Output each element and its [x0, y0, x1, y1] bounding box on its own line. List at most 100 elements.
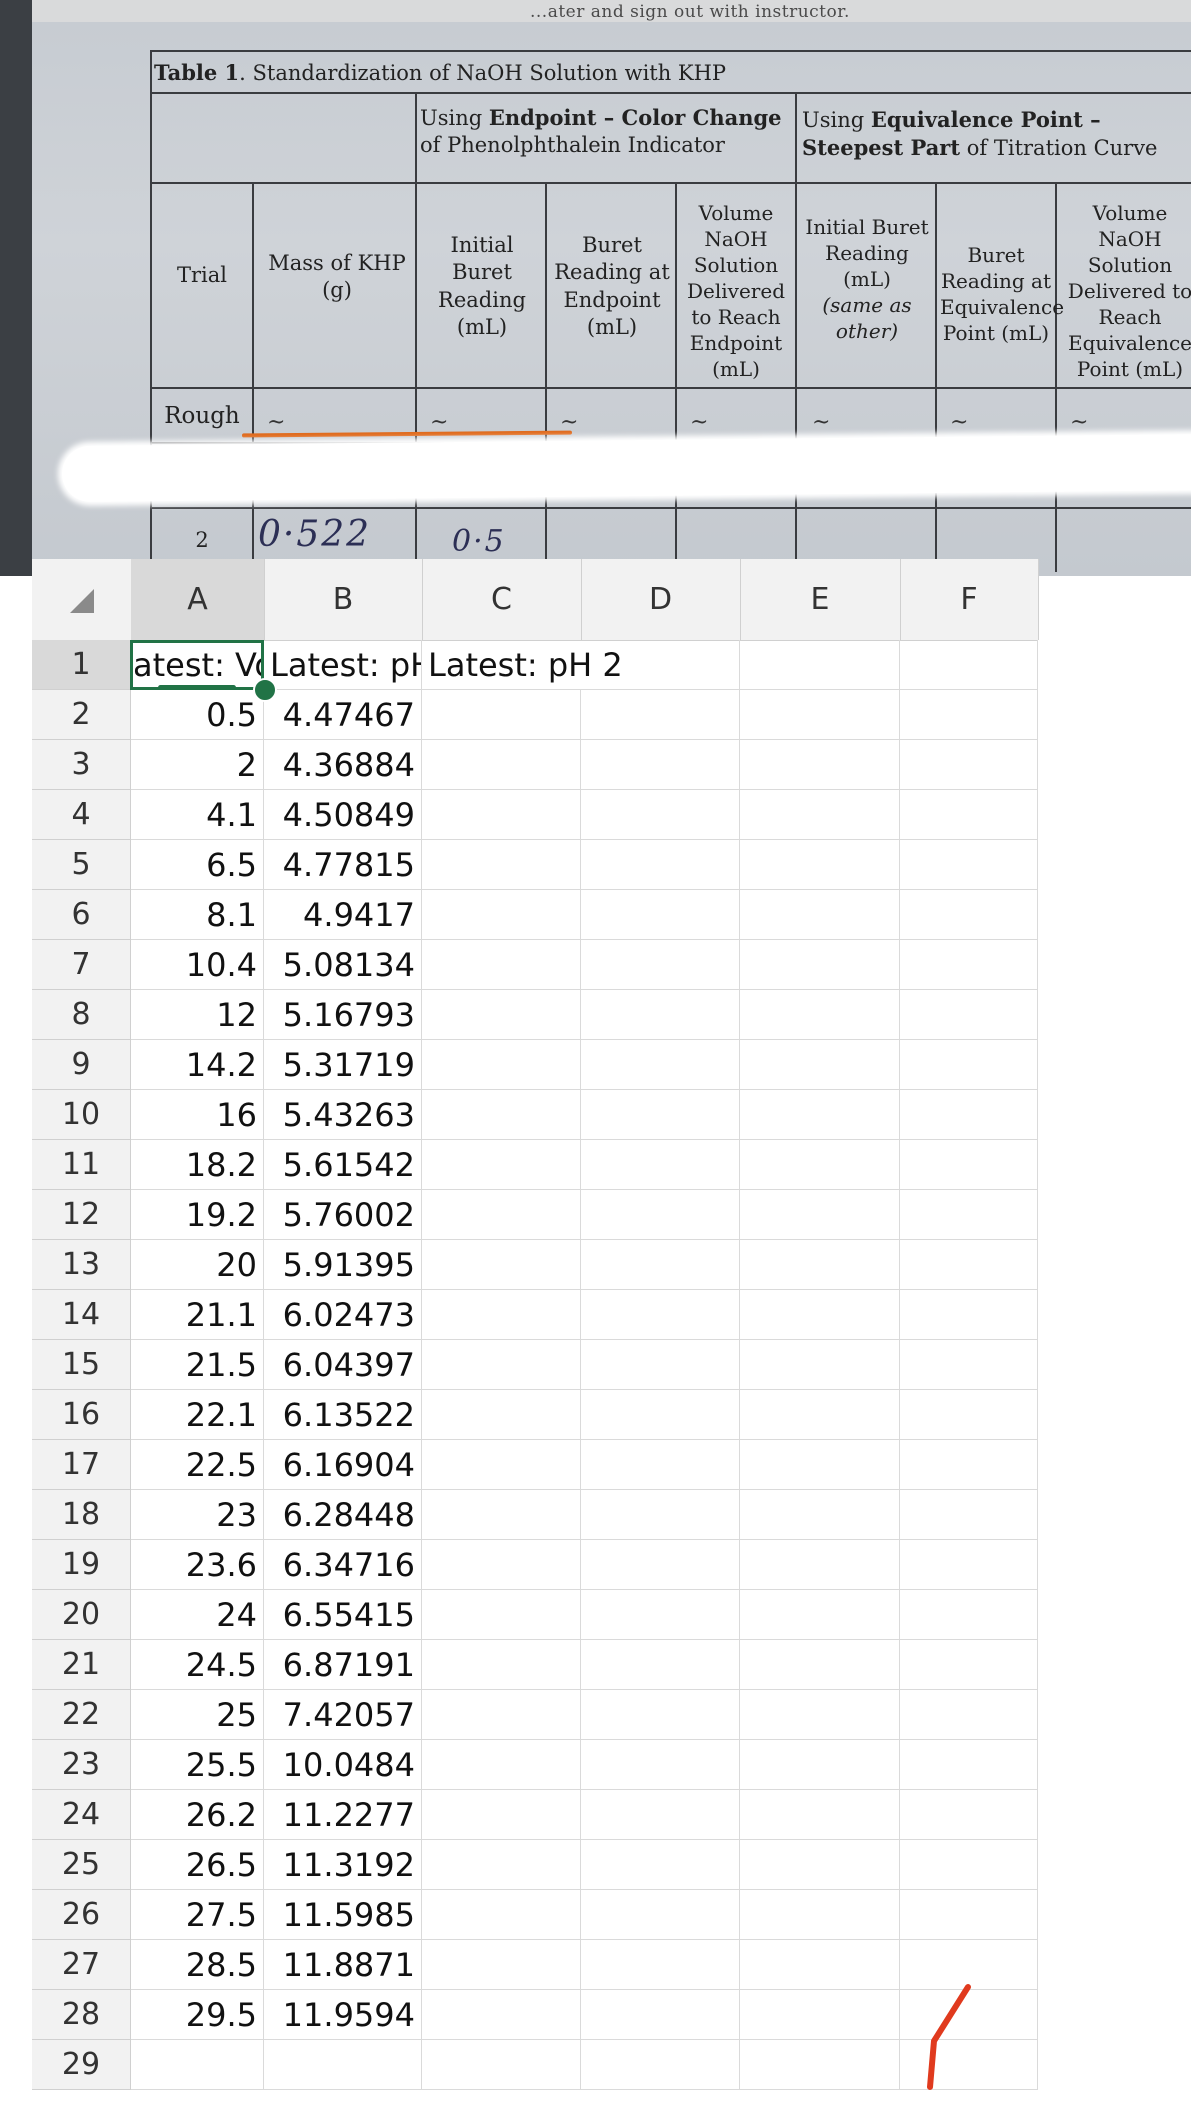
cell-e16[interactable]	[740, 1390, 900, 1440]
cell-f9[interactable]	[900, 1040, 1038, 1090]
cell-b28[interactable]: 11.9594	[264, 1990, 422, 2040]
cell-b17[interactable]: 6.16904	[264, 1440, 422, 1490]
cell-a20[interactable]: 24	[131, 1590, 264, 1640]
cell-d14[interactable]	[581, 1290, 740, 1340]
cell-e13[interactable]	[740, 1240, 900, 1290]
cell-b24[interactable]: 11.2277	[264, 1790, 422, 1840]
row-header-24[interactable]: 24	[32, 1790, 131, 1840]
row-header-6[interactable]: 6	[32, 890, 131, 940]
fill-handle[interactable]	[253, 678, 277, 702]
cell-d20[interactable]	[581, 1590, 740, 1640]
cell-a18[interactable]: 23	[131, 1490, 264, 1540]
row-header-15[interactable]: 15	[32, 1340, 131, 1390]
cell-f3[interactable]	[900, 740, 1038, 790]
cell-b20[interactable]: 6.55415	[264, 1590, 422, 1640]
row-header-27[interactable]: 27	[32, 1940, 131, 1990]
cell-a2[interactable]: 0.5	[131, 690, 264, 740]
row-header-2[interactable]: 2	[32, 690, 131, 740]
cell-a21[interactable]: 24.5	[131, 1640, 264, 1690]
cell-e23[interactable]	[740, 1740, 900, 1790]
cell-b15[interactable]: 6.04397	[264, 1340, 422, 1390]
cell-b3[interactable]: 4.36884	[264, 740, 422, 790]
row-header-12[interactable]: 12	[32, 1190, 131, 1240]
cell-c4[interactable]	[422, 790, 581, 840]
cell-f20[interactable]	[900, 1590, 1038, 1640]
cell-e11[interactable]	[740, 1140, 900, 1190]
cell-a1[interactable]: atest: Vo	[131, 640, 264, 690]
cell-b13[interactable]: 5.91395	[264, 1240, 422, 1290]
row-header-22[interactable]: 22	[32, 1690, 131, 1740]
cell-e3[interactable]	[740, 740, 900, 790]
cell-e22[interactable]	[740, 1690, 900, 1740]
cell-b26[interactable]: 11.5985	[264, 1890, 422, 1940]
cell-e26[interactable]	[740, 1890, 900, 1940]
cell-f11[interactable]	[900, 1140, 1038, 1190]
cell-d12[interactable]	[581, 1190, 740, 1240]
cell-d17[interactable]	[581, 1440, 740, 1490]
cell-b4[interactable]: 4.50849	[264, 790, 422, 840]
spreadsheet[interactable]: ABCDEF 1 atest: Vo Latest: pH Latest: pH 2 2…	[32, 559, 1039, 2117]
cell-b2[interactable]: 4.47467	[264, 690, 422, 740]
cell-d25[interactable]	[581, 1840, 740, 1890]
cell-d9[interactable]	[581, 1040, 740, 1090]
cell-f22[interactable]	[900, 1690, 1038, 1740]
cell-c17[interactable]	[422, 1440, 581, 1490]
cell-f10[interactable]	[900, 1090, 1038, 1140]
column-header-a[interactable]: A	[131, 559, 265, 640]
cell-c7[interactable]	[422, 940, 581, 990]
cell-b16[interactable]: 6.13522	[264, 1390, 422, 1440]
cell-e20[interactable]	[740, 1590, 900, 1640]
cell-a25[interactable]: 26.5	[131, 1840, 264, 1890]
row-header-7[interactable]: 7	[32, 940, 131, 990]
cell-e24[interactable]	[740, 1790, 900, 1840]
cell-c20[interactable]	[422, 1590, 581, 1640]
cell-b27[interactable]: 11.8871	[264, 1940, 422, 1990]
cell-a24[interactable]: 26.2	[131, 1790, 264, 1840]
cell-b14[interactable]: 6.02473	[264, 1290, 422, 1340]
column-header-c[interactable]: C	[422, 559, 582, 640]
cell-f1[interactable]	[900, 640, 1038, 690]
cell-c15[interactable]	[422, 1340, 581, 1390]
cell-a26[interactable]: 27.5	[131, 1890, 264, 1940]
cell-e2[interactable]	[740, 690, 900, 740]
cell-e1[interactable]	[740, 640, 900, 690]
cell-f26[interactable]	[900, 1890, 1038, 1940]
cell-f13[interactable]	[900, 1240, 1038, 1290]
cell-a7[interactable]: 10.4	[131, 940, 264, 990]
cell-a13[interactable]: 20	[131, 1240, 264, 1290]
cell-a28[interactable]: 29.5	[131, 1990, 264, 2040]
cell-d8[interactable]	[581, 990, 740, 1040]
cell-b5[interactable]: 4.77815	[264, 840, 422, 890]
cell-e9[interactable]	[740, 1040, 900, 1090]
cell-a10[interactable]: 16	[131, 1090, 264, 1140]
cell-d22[interactable]	[581, 1690, 740, 1740]
row-header-21[interactable]: 21	[32, 1640, 131, 1690]
row-header-11[interactable]: 11	[32, 1140, 131, 1190]
cell-d29[interactable]	[581, 2040, 740, 2090]
cell-b6[interactable]: 4.9417	[264, 890, 422, 940]
cell-b22[interactable]: 7.42057	[264, 1690, 422, 1740]
cell-e12[interactable]	[740, 1190, 900, 1240]
cell-f16[interactable]	[900, 1390, 1038, 1440]
cell-c24[interactable]	[422, 1790, 581, 1840]
row-header-5[interactable]: 5	[32, 840, 131, 890]
cell-e6[interactable]	[740, 890, 900, 940]
cell-a8[interactable]: 12	[131, 990, 264, 1040]
cell-f24[interactable]	[900, 1790, 1038, 1840]
cell-a6[interactable]: 8.1	[131, 890, 264, 940]
cell-c21[interactable]	[422, 1640, 581, 1690]
cell-a11[interactable]: 18.2	[131, 1140, 264, 1190]
cell-d11[interactable]	[581, 1140, 740, 1190]
cell-d19[interactable]	[581, 1540, 740, 1590]
cell-f15[interactable]	[900, 1340, 1038, 1390]
cell-f12[interactable]	[900, 1190, 1038, 1240]
cell-a29[interactable]	[131, 2040, 264, 2090]
row-header-1[interactable]: 1	[32, 640, 131, 690]
cell-c8[interactable]	[422, 990, 581, 1040]
cell-c25[interactable]	[422, 1840, 581, 1890]
cell-b10[interactable]: 5.43263	[264, 1090, 422, 1140]
cell-d27[interactable]	[581, 1940, 740, 1990]
cell-c12[interactable]	[422, 1190, 581, 1240]
cell-a12[interactable]: 19.2	[131, 1190, 264, 1240]
cell-e10[interactable]	[740, 1090, 900, 1140]
